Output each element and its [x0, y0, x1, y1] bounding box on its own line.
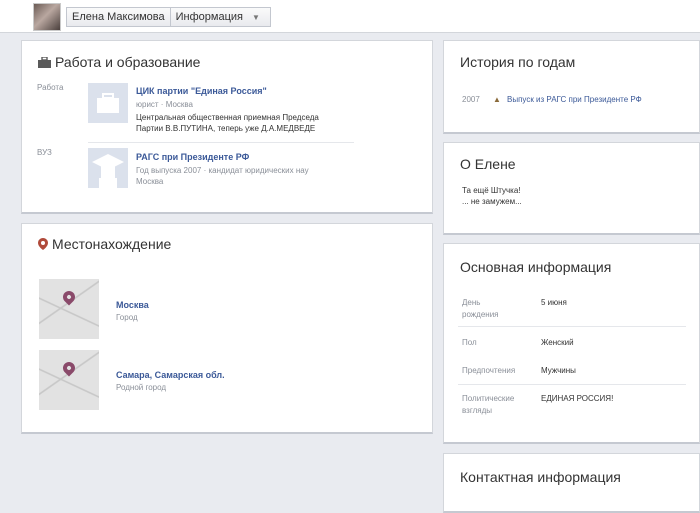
contact-card: Контактная информация	[443, 453, 700, 513]
location-city-link[interactable]: Москва	[116, 300, 149, 310]
avatar[interactable]	[33, 3, 61, 31]
history-card: История по годам 2007 ▲ Выпуск из РАГС п…	[443, 40, 700, 134]
briefcase-icon	[38, 55, 51, 71]
school-placeholder[interactable]	[88, 148, 128, 188]
employer-placeholder[interactable]	[88, 83, 128, 123]
employer-position: юрист · Москва	[136, 100, 194, 109]
political-value: ЕДИНАЯ РОССИЯ!	[541, 394, 614, 403]
map-thumbnail[interactable]	[39, 279, 99, 339]
contact-title: Контактная информация	[460, 469, 621, 485]
breadcrumb-user-name[interactable]: Елена Максимова	[67, 8, 170, 26]
interested-in-label: Предпочтения	[462, 366, 516, 375]
chevron-down-icon: ▼	[251, 12, 260, 22]
history-title: История по годам	[460, 54, 576, 70]
briefcase-icon	[97, 93, 119, 113]
divider	[458, 384, 686, 385]
school-detail-2: Москва	[136, 177, 164, 186]
employer-link[interactable]: ЦИК партии "Единая Россия"	[136, 86, 267, 96]
school-detail-1: Год выпуска 2007 · кандидат юридических …	[136, 166, 309, 175]
divider	[458, 326, 686, 327]
employer-description-1: Центральная общественная приемная Предсе…	[136, 113, 319, 122]
birthday-label-2: рождения	[462, 310, 499, 319]
birthday-value: 5 июня	[541, 298, 567, 307]
gender-value: Женский	[541, 338, 574, 347]
graduation-cap-icon	[92, 154, 124, 188]
political-label: Политические	[462, 394, 515, 403]
location-title-text: Местонахождение	[52, 236, 172, 252]
about-card: О Елене Та ещё Штучка! ... не замужем...	[443, 142, 700, 235]
school-label: ВУЗ	[37, 148, 52, 157]
location-title: Местонахождение	[38, 236, 171, 253]
section-dropdown[interactable]: Информация ▼	[171, 8, 270, 26]
about-line-2: ... не замужем...	[462, 197, 522, 206]
work-education-card: Работа и образование Работа ЦИК партии "…	[21, 40, 433, 214]
hometown-type: Родной город	[116, 383, 167, 392]
divider	[88, 142, 354, 143]
section-dropdown-label: Информация	[175, 11, 243, 23]
gender-label: Пол	[462, 338, 477, 347]
top-bar: Елена Максимова Информация ▼	[0, 0, 700, 33]
map-pin-icon	[60, 288, 78, 306]
about-line-1: Та ещё Штучка!	[462, 186, 521, 195]
political-label-2: взгляды	[462, 406, 492, 415]
work-label: Работа	[37, 83, 64, 92]
interested-in-value: Мужчины	[541, 366, 576, 375]
history-event-link[interactable]: Выпуск из РАГС при Президенте РФ	[507, 95, 642, 104]
breadcrumb: Елена Максимова Информация ▼	[66, 7, 271, 27]
hometown-link[interactable]: Самара, Самарская обл.	[116, 370, 225, 380]
location-pin-icon	[38, 237, 48, 253]
basic-info-title: Основная информация	[460, 259, 612, 275]
employer-description-2: Партии В.В.ПУТИНА, теперь уже Д.А.МЕДВЕД…	[136, 124, 316, 133]
map-thumbnail[interactable]	[39, 350, 99, 410]
work-education-title: Работа и образование	[38, 54, 200, 71]
location-card: Местонахождение Москва Город Самара, Сам…	[21, 223, 433, 434]
birthday-label: День	[462, 298, 481, 307]
map-pin-icon	[60, 359, 78, 377]
history-year: 2007	[462, 95, 480, 104]
about-title: О Елене	[460, 156, 516, 172]
school-link[interactable]: РАГС при Президенте РФ	[136, 152, 249, 162]
location-city-type: Город	[116, 313, 138, 322]
basic-info-card: Основная информация День рождения 5 июня…	[443, 243, 700, 444]
work-education-title-text: Работа и образование	[55, 54, 201, 70]
graduation-cap-icon: ▲	[493, 95, 501, 104]
